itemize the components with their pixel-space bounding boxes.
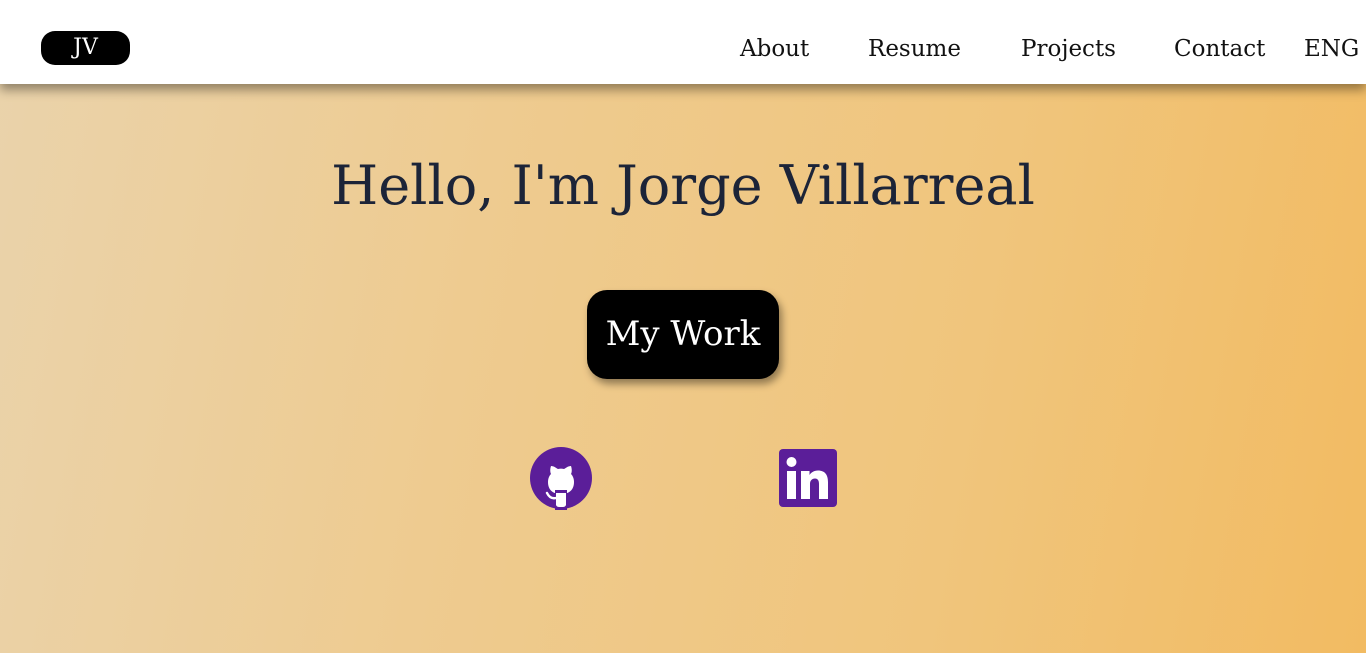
nav-link-resume[interactable]: Resume <box>868 31 961 67</box>
top-navbar: JV About Resume Projects Contact ENG <box>0 0 1366 84</box>
github-icon <box>530 447 592 510</box>
nav-link-contact[interactable]: Contact <box>1174 31 1265 67</box>
github-link[interactable] <box>529 446 593 510</box>
linkedin-icon <box>779 449 837 507</box>
language-toggle[interactable]: ENG <box>1304 31 1359 67</box>
nav-link-about[interactable]: About <box>740 31 809 67</box>
logo-button[interactable]: JV <box>41 31 130 65</box>
my-work-button[interactable]: My Work <box>587 290 779 379</box>
nav-link-projects[interactable]: Projects <box>1021 31 1116 67</box>
linkedin-link[interactable] <box>779 449 837 507</box>
hero-title: Hello, I'm Jorge Villarreal <box>331 154 1035 217</box>
